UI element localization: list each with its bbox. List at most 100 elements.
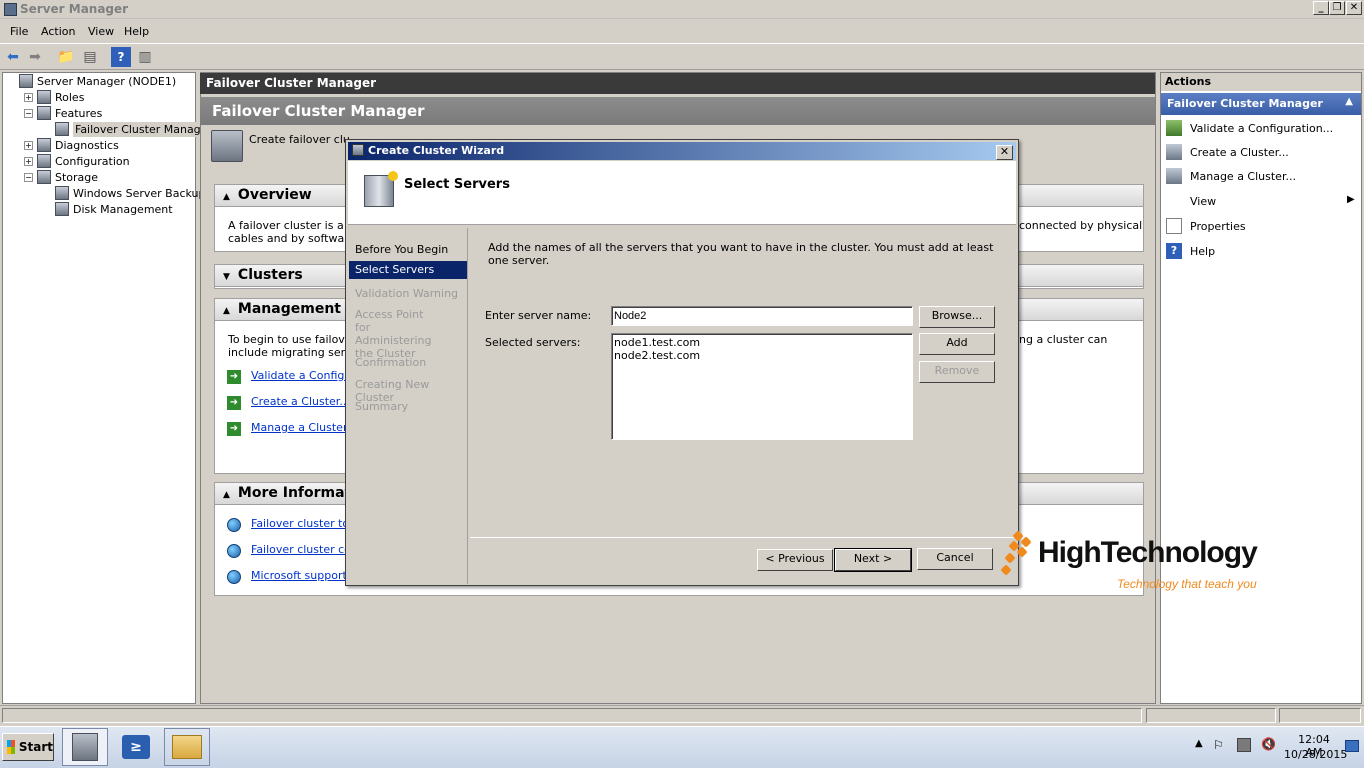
tree-item-label: Features (55, 106, 103, 120)
tree-item-label: Failover Cluster Manager (73, 121, 214, 137)
show-hidden-icons-icon[interactable]: ▲ (1195, 738, 1203, 749)
expand-collapse-icon[interactable]: − (24, 172, 33, 182)
status-bar (0, 705, 1364, 725)
network-icon[interactable] (1237, 738, 1251, 752)
close-button[interactable]: ✕ (1346, 1, 1362, 15)
actions-subtitle[interactable]: Failover Cluster Manager ▲ (1161, 93, 1361, 115)
menu-help[interactable]: Help (124, 25, 149, 38)
menu-action[interactable]: Action (41, 25, 75, 38)
expand-collapse-icon[interactable]: + (24, 140, 33, 150)
tree-node-icon (37, 90, 51, 104)
server-name-label: Enter server name: (485, 309, 592, 322)
watermark-brand: HighTechnology (1038, 536, 1258, 569)
menu-bar: File Action View Help (0, 20, 1364, 42)
tree-item[interactable]: + Diagnostics (24, 137, 119, 153)
nav-summary: Summary (355, 400, 409, 413)
restore-button[interactable]: ❐ (1329, 1, 1345, 15)
forward-icon[interactable]: ➡ (25, 47, 45, 67)
server-list-item[interactable]: node1.test.com (614, 336, 910, 349)
tree-node-icon (55, 122, 69, 136)
action-validate[interactable]: Validate a Configuration... (1166, 120, 1333, 136)
tree-item[interactable]: Server Manager (NODE1) (6, 73, 176, 89)
tree-node-icon (37, 154, 51, 168)
tree-item[interactable]: Failover Cluster Manager (42, 121, 214, 137)
server-name-input[interactable] (611, 306, 913, 326)
wizard-close-button[interactable]: ✕ (996, 145, 1013, 160)
taskbar-powershell[interactable]: ≥ (113, 728, 159, 766)
tree-item[interactable]: + Configuration (24, 153, 130, 169)
tree-item-label: Configuration (55, 154, 130, 168)
nav-before-you-begin[interactable]: Before You Begin (349, 241, 467, 258)
add-button[interactable]: Add (919, 333, 995, 355)
next-button[interactable]: Next > (834, 548, 912, 572)
action-properties[interactable]: Properties (1166, 218, 1246, 234)
wizard-icon (352, 144, 364, 156)
previous-button[interactable]: < Previous (757, 549, 833, 571)
action-help[interactable]: ? Help (1166, 243, 1215, 259)
collapse-icon[interactable]: ▲ (1345, 96, 1353, 107)
create-cluster-link[interactable]: Create a Cluster... (251, 395, 350, 408)
action-label: Properties (1190, 219, 1246, 233)
wizard-instruction: Add the names of all the servers that yo… (488, 241, 994, 267)
nav-select-servers[interactable]: Select Servers (349, 261, 467, 279)
expand-icon[interactable]: ▼ (223, 272, 230, 282)
action-label: Help (1190, 244, 1216, 258)
folder-icon (172, 735, 202, 759)
tree-item[interactable]: Disk Management (42, 201, 173, 217)
cluster-manager-icon (211, 130, 243, 162)
action-create[interactable]: Create a Cluster... (1166, 144, 1289, 160)
show-action-pane-icon[interactable]: ▥ (135, 47, 155, 67)
tree-item[interactable]: Windows Server Backup (42, 185, 206, 201)
expand-collapse-icon[interactable]: + (24, 92, 33, 102)
cancel-button[interactable]: Cancel (917, 548, 993, 570)
menu-file[interactable]: File (10, 25, 28, 38)
clock-date[interactable]: 10/28/2015 (1284, 748, 1347, 761)
tree-item[interactable]: + Roles (24, 89, 84, 105)
selected-servers-list[interactable]: node1.test.com node2.test.com (611, 333, 913, 440)
overview-text-right: connected by physical (1019, 219, 1143, 232)
action-label: Manage a Cluster... (1190, 169, 1296, 183)
expand-collapse-icon[interactable]: − (24, 108, 33, 118)
server-list-item[interactable]: node2.test.com (614, 349, 910, 362)
action-label: Validate a Configuration... (1190, 121, 1334, 135)
browse-button[interactable]: Browse... (919, 306, 995, 328)
up-folder-icon[interactable]: 📁 (56, 47, 76, 67)
remove-button: Remove (919, 361, 995, 383)
minimize-button[interactable]: _ (1313, 1, 1329, 15)
collapse-icon[interactable]: ▲ (223, 490, 230, 500)
show-hide-tree-icon[interactable]: ▤ (80, 47, 100, 67)
properties-icon (1166, 218, 1182, 234)
intro-text: Create failover clusters, validate hardw… (249, 133, 349, 146)
volume-muted-icon[interactable]: 🔇 (1261, 737, 1276, 751)
server-manager-icon (72, 733, 98, 761)
taskbar-explorer[interactable] (164, 728, 210, 766)
taskbar-server-manager[interactable] (62, 728, 108, 766)
wizard-nav: Before You Begin Select Servers Validati… (348, 228, 468, 584)
action-manage[interactable]: Manage a Cluster... (1166, 168, 1296, 184)
management-title: Management (237, 301, 341, 317)
help-icon[interactable]: ? (111, 47, 131, 67)
collapse-icon[interactable]: ▲ (223, 192, 230, 202)
wizard-title: Create Cluster Wizard (368, 144, 505, 157)
tree-node-icon (37, 170, 51, 184)
center-header: Failover Cluster Manager (200, 73, 1155, 94)
actions-subtitle-label: Failover Cluster Manager (1167, 97, 1323, 110)
manage-cluster-link[interactable]: Manage a Cluster... (251, 421, 357, 434)
action-view[interactable]: View (1190, 193, 1216, 209)
show-desktop-icon[interactable] (1345, 740, 1359, 752)
action-center-flag-icon[interactable]: ⚐ (1213, 738, 1224, 752)
selected-servers-label: Selected servers: (485, 336, 581, 349)
help-icon: ? (1166, 243, 1182, 259)
star-icon (388, 171, 398, 181)
tree-node-icon (19, 74, 33, 88)
expand-collapse-icon[interactable]: + (24, 156, 33, 166)
window-title: Server Manager (20, 2, 129, 16)
start-button[interactable]: Start (2, 733, 54, 761)
back-icon[interactable]: ⬅ (3, 47, 23, 67)
tree-item[interactable]: − Storage (24, 169, 98, 185)
collapse-icon[interactable]: ▲ (223, 306, 230, 316)
clusters-title: Clusters (237, 267, 303, 283)
arrow-icon: ➜ (227, 422, 241, 436)
tree-item[interactable]: − Features (24, 105, 102, 121)
menu-view[interactable]: View (88, 25, 114, 38)
